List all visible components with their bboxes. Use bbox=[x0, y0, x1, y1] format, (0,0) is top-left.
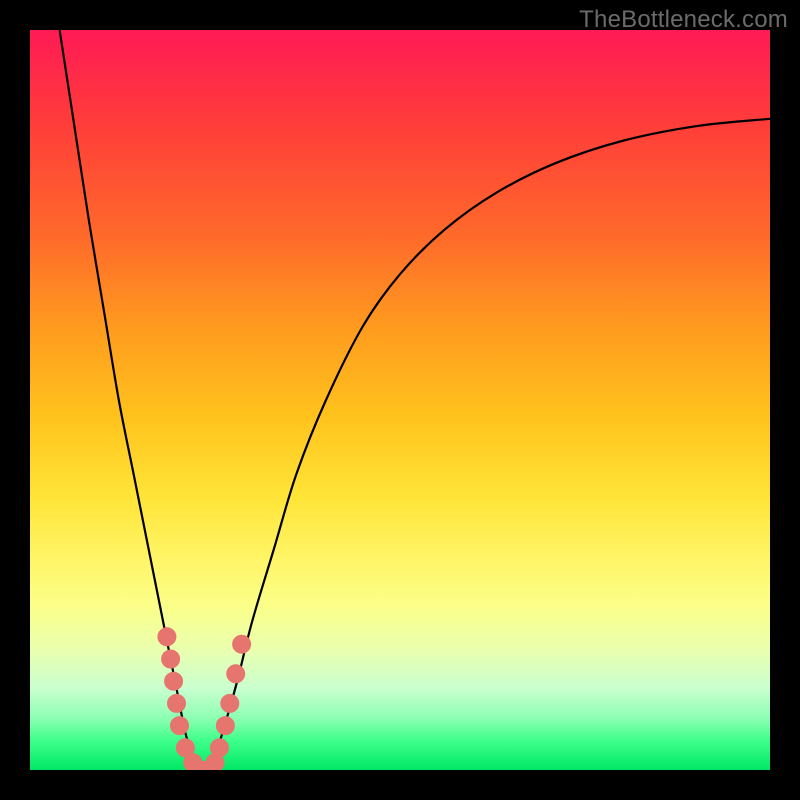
data-marker bbox=[165, 672, 183, 690]
data-marker bbox=[170, 717, 188, 735]
data-marker bbox=[233, 635, 251, 653]
plot-area bbox=[30, 30, 770, 770]
marker-group bbox=[158, 628, 251, 770]
data-marker bbox=[158, 628, 176, 646]
data-marker bbox=[168, 694, 186, 712]
data-marker bbox=[216, 717, 234, 735]
data-marker bbox=[227, 665, 245, 683]
data-marker bbox=[162, 650, 180, 668]
chart-svg bbox=[30, 30, 770, 770]
data-marker bbox=[210, 739, 228, 757]
data-marker bbox=[221, 694, 239, 712]
chart-stage: TheBottleneck.com bbox=[0, 0, 800, 800]
